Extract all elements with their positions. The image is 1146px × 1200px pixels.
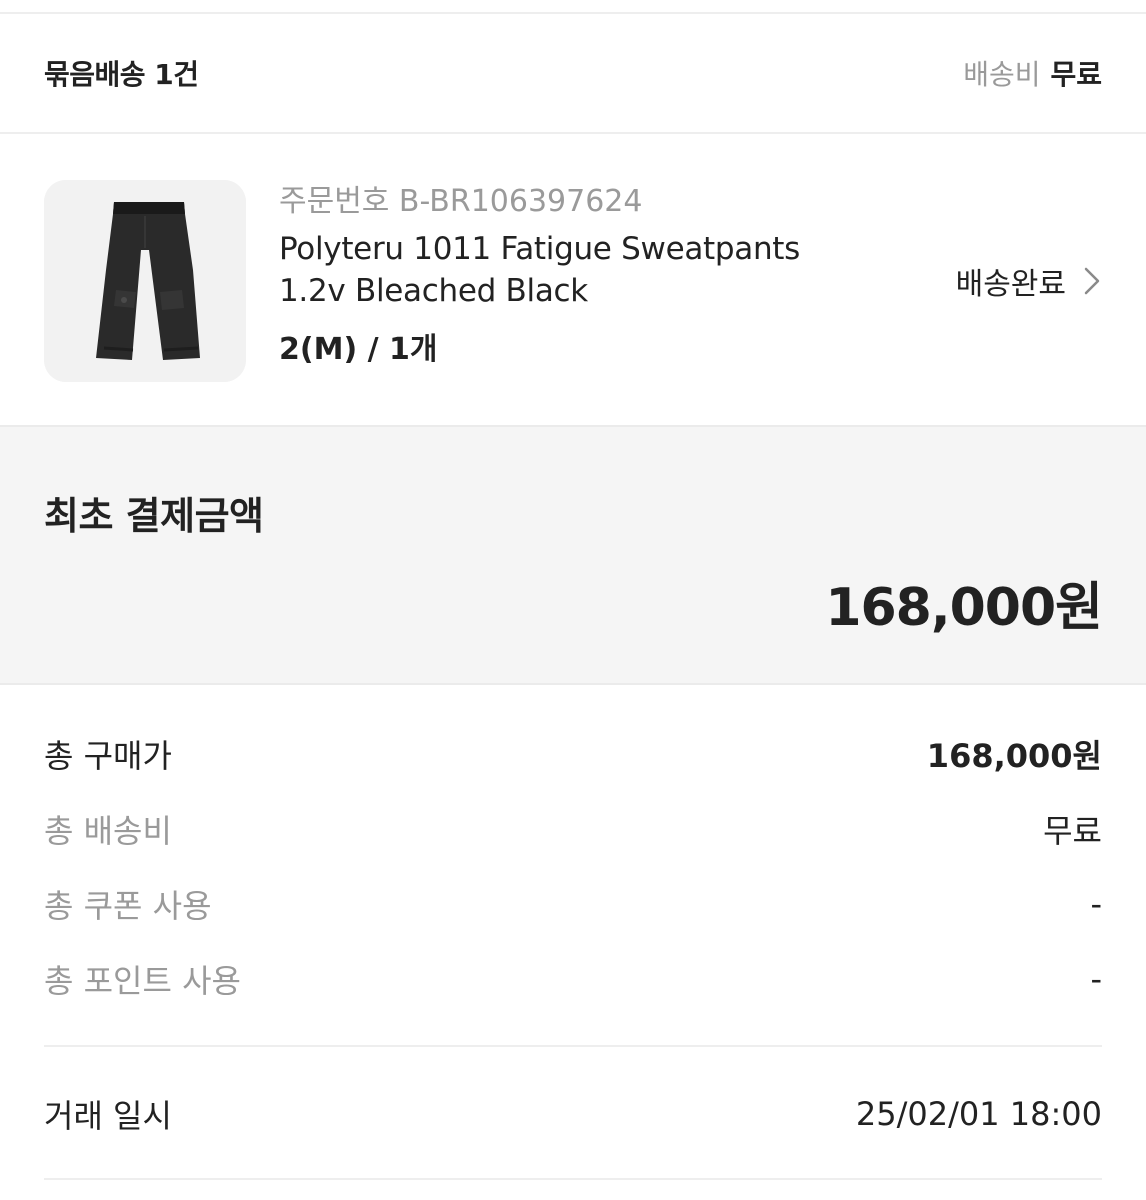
product-info: 주문번호 B-BR106397624 Polyteru 1011 Fatigue… [279,180,899,372]
delivery-status-label: 배송완료 [955,267,1066,302]
payment-title: 최초 결제금액 [44,494,264,538]
summary-value: 무료 [1043,811,1102,850]
summary-label: 총 쿠폰 사용 [44,886,212,925]
summary-label: 총 포인트 사용 [44,961,241,1000]
chevron-right-icon [1084,267,1100,295]
payment-amount: 168,000원 [825,578,1103,638]
bottom-divider [44,1178,1102,1180]
product-name-line1: Polyteru 1011 Fatigue Sweatpants [279,231,801,267]
section-divider [0,132,1146,134]
summary-label: 총 배송비 [44,811,172,850]
product-name[interactable]: Polyteru 1011 Fatigue Sweatpants 1.2v Bl… [279,228,899,312]
product-name-line2: 1.2v Bleached Black [279,273,588,309]
payment-summary: 총 구매가 168,000원 총 배송비 무료 총 쿠폰 사용 - 총 포인트 … [44,716,1102,1016]
transaction-label: 거래 일시 [44,1096,172,1135]
bundle-header: 묶음배송 1건 배송비 무료 [44,14,1102,132]
delivery-status-link[interactable]: 배송완료 [956,256,1102,306]
order-detail-page: 묶음배송 1건 배송비 무료 주문번호 B-BR106397624 Polyter… [0,0,1146,1200]
sweatpants-icon [44,180,246,382]
summary-value: 168,000원 [926,736,1102,775]
product-option: 2(M) / 1개 [279,332,438,367]
order-number: 주문번호 B-BR106397624 [279,184,643,219]
shipping-fee-value: 무료 [1050,58,1102,91]
shipping-fee: 배송비 무료 [963,53,1102,93]
summary-divider [44,1045,1102,1047]
initial-payment-panel: 최초 결제금액 168,000원 [0,425,1146,685]
summary-row-coupon: 총 쿠폰 사용 - [44,866,1102,941]
summary-row-points: 총 포인트 사용 - [44,941,1102,1016]
summary-value: - [1090,959,1102,998]
shipping-fee-label: 배송비 [963,58,1041,91]
summary-value: - [1090,884,1102,923]
product-thumbnail[interactable] [44,180,246,382]
summary-row-shipping: 총 배송비 무료 [44,791,1102,866]
summary-row-total-price: 총 구매가 168,000원 [44,716,1102,791]
summary-label: 총 구매가 [44,736,172,775]
transaction-value: 25/02/01 18:00 [855,1094,1102,1133]
transaction-datetime-row: 거래 일시 25/02/01 18:00 [44,1076,1102,1151]
bundle-title: 묶음배송 1건 [44,58,199,91]
